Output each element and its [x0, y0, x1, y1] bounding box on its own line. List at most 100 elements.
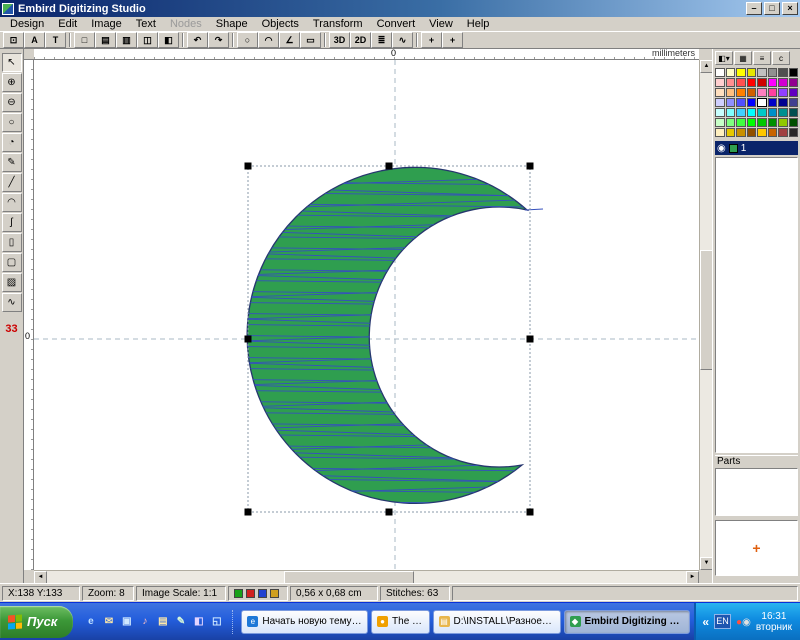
palette-color[interactable]	[789, 78, 799, 87]
palette-color[interactable]	[747, 108, 757, 117]
open-design-icon[interactable]: ▤	[95, 32, 116, 48]
media-quicklaunch-icon[interactable]: ♪	[137, 614, 152, 629]
menu-item[interactable]: Shape	[209, 18, 255, 30]
selection-handle[interactable]	[386, 509, 393, 516]
undo-icon[interactable]: ↶	[187, 32, 208, 48]
menu-item[interactable]: Transform	[306, 18, 370, 30]
palette-color[interactable]	[757, 78, 767, 87]
menu-item[interactable]: Convert	[370, 18, 423, 30]
palette-color[interactable]	[715, 88, 725, 97]
palette-color[interactable]	[726, 78, 736, 87]
fill-tool[interactable]: ▨	[2, 273, 22, 292]
grid-view-button[interactable]: ▦	[734, 51, 752, 65]
palette-color[interactable]	[726, 128, 736, 137]
taskbar-task-button[interactable]: ● The Bat!	[371, 610, 429, 634]
selection-handle[interactable]	[245, 163, 252, 170]
palette-color[interactable]	[768, 88, 778, 97]
zoom-in-tool[interactable]: ⊕	[2, 73, 22, 92]
tray-clock[interactable]: 16:31 вторник	[756, 611, 792, 633]
apps-quicklaunch-icon[interactable]: ◧	[191, 614, 206, 629]
palette-color[interactable]	[757, 118, 767, 127]
design-canvas-area[interactable]	[34, 60, 699, 570]
selection-handle[interactable]	[386, 163, 393, 170]
palette-color[interactable]	[726, 68, 736, 77]
object-layer-row[interactable]: ◉ 1	[715, 141, 798, 155]
visibility-eye-icon[interactable]: ◉	[717, 143, 726, 154]
vertical-scrollbar[interactable]: ▲ ▼	[699, 60, 712, 570]
save-design-icon[interactable]: ◫	[137, 32, 158, 48]
palette-color[interactable]	[789, 118, 799, 127]
palette-color[interactable]	[768, 128, 778, 137]
palette-color[interactable]	[715, 68, 725, 77]
parts-list[interactable]	[715, 468, 798, 516]
selection-handle[interactable]	[527, 163, 534, 170]
start-button[interactable]: Пуск	[0, 606, 73, 638]
desktop-quicklaunch-icon[interactable]: ▣	[119, 614, 134, 629]
generate-stitches-icon[interactable]: ∿	[392, 32, 413, 48]
measure-icon[interactable]: ▭	[300, 32, 321, 48]
palette-color[interactable]	[778, 128, 788, 137]
palette-color[interactable]	[747, 88, 757, 97]
fill-type-dropdown[interactable]: ◧▾	[715, 51, 733, 65]
folder-quicklaunch-icon[interactable]: ▤	[155, 614, 170, 629]
palette-color[interactable]	[757, 108, 767, 117]
selection-handle[interactable]	[245, 336, 252, 343]
palette-color[interactable]	[768, 68, 778, 77]
object-list[interactable]	[715, 157, 798, 453]
palette-color[interactable]	[747, 68, 757, 77]
new-design-icon[interactable]: □	[74, 32, 95, 48]
freehand-tool[interactable]: ✎	[2, 153, 22, 172]
palette-color[interactable]	[726, 98, 736, 107]
language-indicator[interactable]: EN	[714, 614, 731, 629]
palette-color[interactable]	[715, 98, 725, 107]
palette-color[interactable]	[757, 98, 767, 107]
wave-tool[interactable]: ∿	[2, 293, 22, 312]
palette-color[interactable]	[736, 118, 746, 127]
palette-color[interactable]	[715, 108, 725, 117]
view-2d-icon[interactable]: 2D	[350, 32, 371, 48]
palette-color[interactable]	[789, 128, 799, 137]
palette-color[interactable]	[726, 118, 736, 127]
menu-item[interactable]: View	[422, 18, 460, 30]
lettering-t-icon[interactable]: T	[45, 32, 66, 48]
ellipse-tool[interactable]: ○	[2, 113, 22, 132]
pattern-select-icon[interactable]: ⊡	[3, 32, 24, 48]
palette-color[interactable]	[736, 78, 746, 87]
stitch-list-icon[interactable]: ≣	[371, 32, 392, 48]
menu-item[interactable]: Edit	[51, 18, 84, 30]
view-3d-icon[interactable]: 3D	[329, 32, 350, 48]
palette-color[interactable]	[789, 108, 799, 117]
color-c-button[interactable]: c	[772, 51, 790, 65]
palette-color[interactable]	[768, 98, 778, 107]
palette-color[interactable]	[715, 128, 725, 137]
palette-color[interactable]	[789, 68, 799, 77]
export-design-icon[interactable]: ◧	[158, 32, 179, 48]
mail-quicklaunch-icon[interactable]: ✉	[101, 614, 116, 629]
palette-color[interactable]	[757, 68, 767, 77]
crescent-object[interactable]	[247, 167, 527, 503]
menu-item[interactable]: Text	[129, 18, 163, 30]
angle-icon[interactable]: ∠	[279, 32, 300, 48]
menu-item[interactable]: Nodes	[163, 18, 209, 30]
taskbar-task-button[interactable]: ▤ D:\INSTALL\Разное\Embird	[433, 610, 561, 634]
palette-color[interactable]	[768, 118, 778, 127]
palette-color[interactable]	[747, 128, 757, 137]
palette-color[interactable]	[768, 78, 778, 87]
tray-icon[interactable]: ◉	[742, 617, 751, 628]
palette-color[interactable]	[789, 88, 799, 97]
palette-color[interactable]	[736, 128, 746, 137]
arc-tool[interactable]: ◠	[2, 193, 22, 212]
titlebar[interactable]: Embird Digitizing Studio – □ ×	[0, 0, 800, 17]
palette-color[interactable]	[768, 108, 778, 117]
tray-chevron-icon[interactable]: «	[702, 615, 709, 629]
selection-handle[interactable]	[527, 509, 534, 516]
notes-quicklaunch-icon[interactable]: ✎	[173, 614, 188, 629]
stitch-order-button[interactable]: ≡	[753, 51, 771, 65]
palette-color[interactable]	[747, 98, 757, 107]
close-button[interactable]: ×	[782, 2, 798, 15]
redo-icon[interactable]: ↷	[208, 32, 229, 48]
palette-color[interactable]	[715, 118, 725, 127]
palette-color[interactable]	[747, 118, 757, 127]
ie-quicklaunch-icon[interactable]: e	[83, 614, 98, 629]
center-point-icon[interactable]: +	[442, 32, 463, 48]
